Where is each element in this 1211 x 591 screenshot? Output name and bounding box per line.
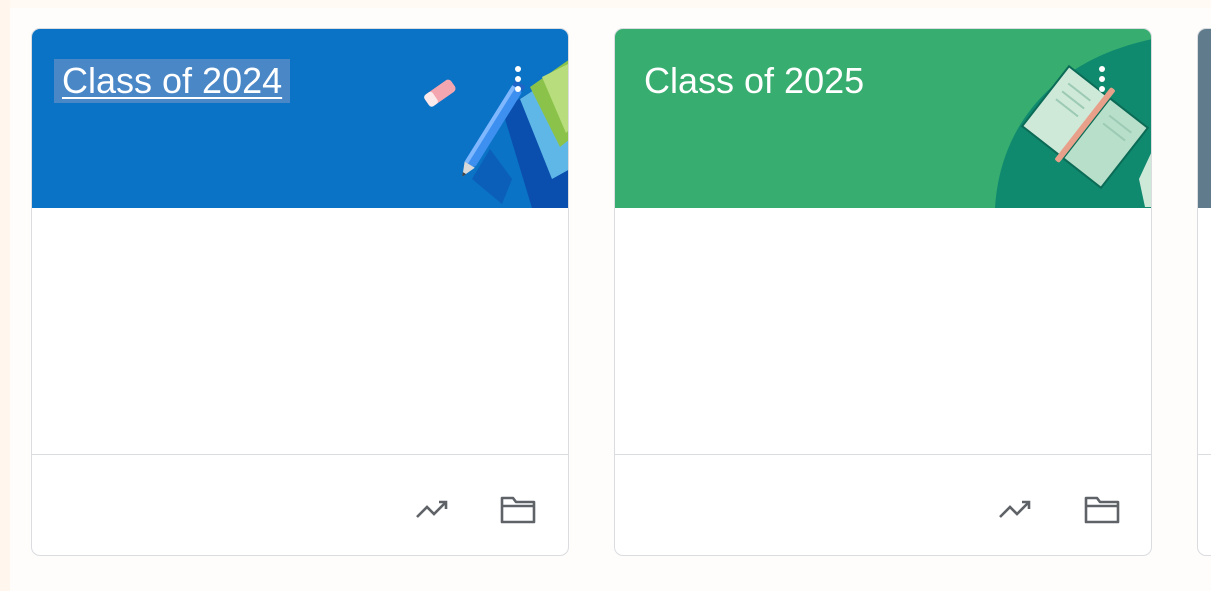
- open-gradebook-button[interactable]: [996, 491, 1036, 527]
- trending-up-icon: [999, 500, 1031, 518]
- open-book-illustration: [995, 39, 1151, 208]
- class-card-2024[interactable]: Class of 2024: [31, 28, 569, 556]
- class-card-2025[interactable]: Class of 2025: [614, 28, 1152, 556]
- class-card-footer: [1198, 454, 1211, 555]
- open-class-folder-button[interactable]: [498, 491, 538, 527]
- trending-up-icon: [416, 500, 448, 518]
- folder-icon: [1084, 496, 1120, 524]
- class-options-button[interactable]: [508, 61, 528, 97]
- more-vert-icon: [515, 66, 521, 92]
- open-class-folder-button[interactable]: [1082, 491, 1122, 527]
- class-card-partial[interactable]: [1197, 28, 1211, 556]
- class-options-button[interactable]: [1092, 61, 1112, 97]
- stationery-illustration: [424, 60, 568, 208]
- class-card-footer: [32, 454, 568, 555]
- open-gradebook-button[interactable]: [413, 491, 453, 527]
- class-card-header[interactable]: Class of 2025: [615, 29, 1151, 208]
- class-title-link[interactable]: Class of 2025: [637, 59, 872, 103]
- page-top-edge: [0, 0, 1211, 8]
- more-vert-icon: [1099, 66, 1105, 92]
- class-card-header[interactable]: [1198, 29, 1211, 208]
- class-card-body: [1198, 208, 1211, 454]
- folder-icon: [500, 496, 536, 524]
- class-title-link[interactable]: Class of 2024: [54, 59, 291, 103]
- class-card-body: [615, 208, 1151, 454]
- class-card-footer: [615, 454, 1151, 555]
- page-left-edge: [0, 0, 10, 591]
- class-card-header[interactable]: Class of 2024: [32, 29, 568, 208]
- class-card-body: [32, 208, 568, 454]
